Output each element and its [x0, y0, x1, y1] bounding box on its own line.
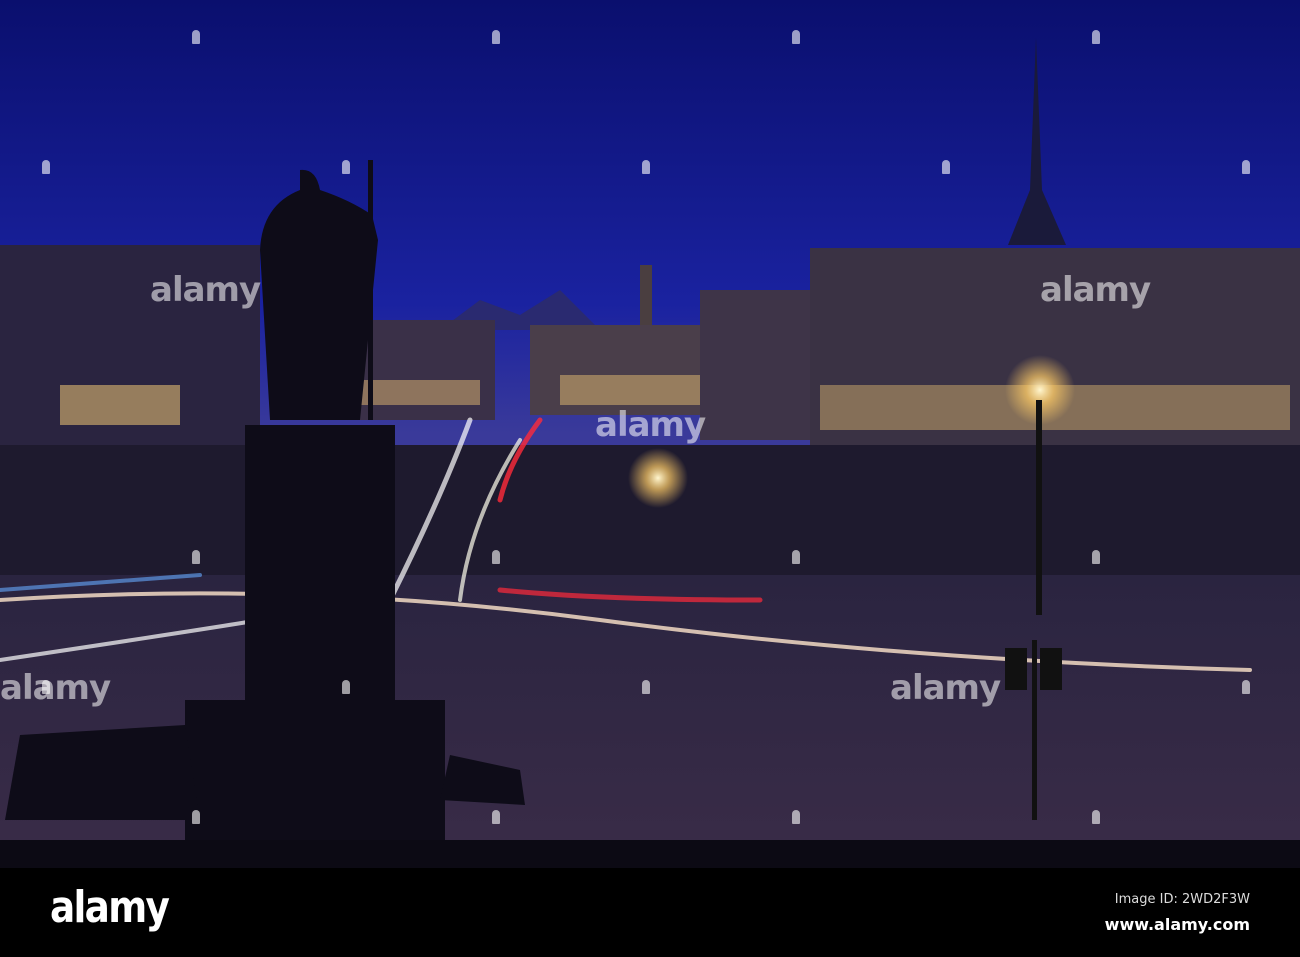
- watermark-marker: [1092, 30, 1100, 44]
- watermark: alamy: [595, 405, 706, 445]
- street-light-flare: [628, 448, 688, 508]
- watermark: alamy: [1040, 270, 1151, 310]
- image-id: Image ID: 2WD2F3W: [1114, 892, 1250, 907]
- watermark-marker: [492, 550, 500, 564]
- watermark-marker: [1092, 550, 1100, 564]
- watermark-marker: [792, 810, 800, 824]
- website-link: www.alamy.com: [1104, 915, 1250, 934]
- watermark-marker: [192, 550, 200, 564]
- lamp-post: [1036, 400, 1042, 615]
- watermark-marker: [42, 680, 50, 694]
- watermark-marker: [942, 160, 950, 174]
- watermark-marker: [192, 30, 200, 44]
- watermark-marker: [342, 160, 350, 174]
- footer-bar: alamy Image ID: 2WD2F3W www.alamy.com: [0, 868, 1300, 957]
- watermark-marker: [492, 810, 500, 824]
- watermark-marker: [1242, 680, 1250, 694]
- bell-tower: [640, 265, 652, 325]
- watermark-marker: [792, 550, 800, 564]
- alamy-logo: alamy: [50, 882, 170, 933]
- foreground-ledge: [0, 840, 1300, 868]
- watermark-marker: [642, 680, 650, 694]
- watermark-marker: [342, 680, 350, 694]
- watermark: alamy: [150, 270, 261, 310]
- watermark: alamy: [890, 668, 1001, 708]
- watermark-marker: [1242, 160, 1250, 174]
- watermark-marker: [192, 810, 200, 824]
- watermark-marker: [492, 30, 500, 44]
- watermark: alamy: [0, 668, 111, 708]
- watermark-marker: [1092, 810, 1100, 824]
- watermark-marker: [642, 160, 650, 174]
- watermark-marker: [42, 160, 50, 174]
- watermark-marker: [792, 30, 800, 44]
